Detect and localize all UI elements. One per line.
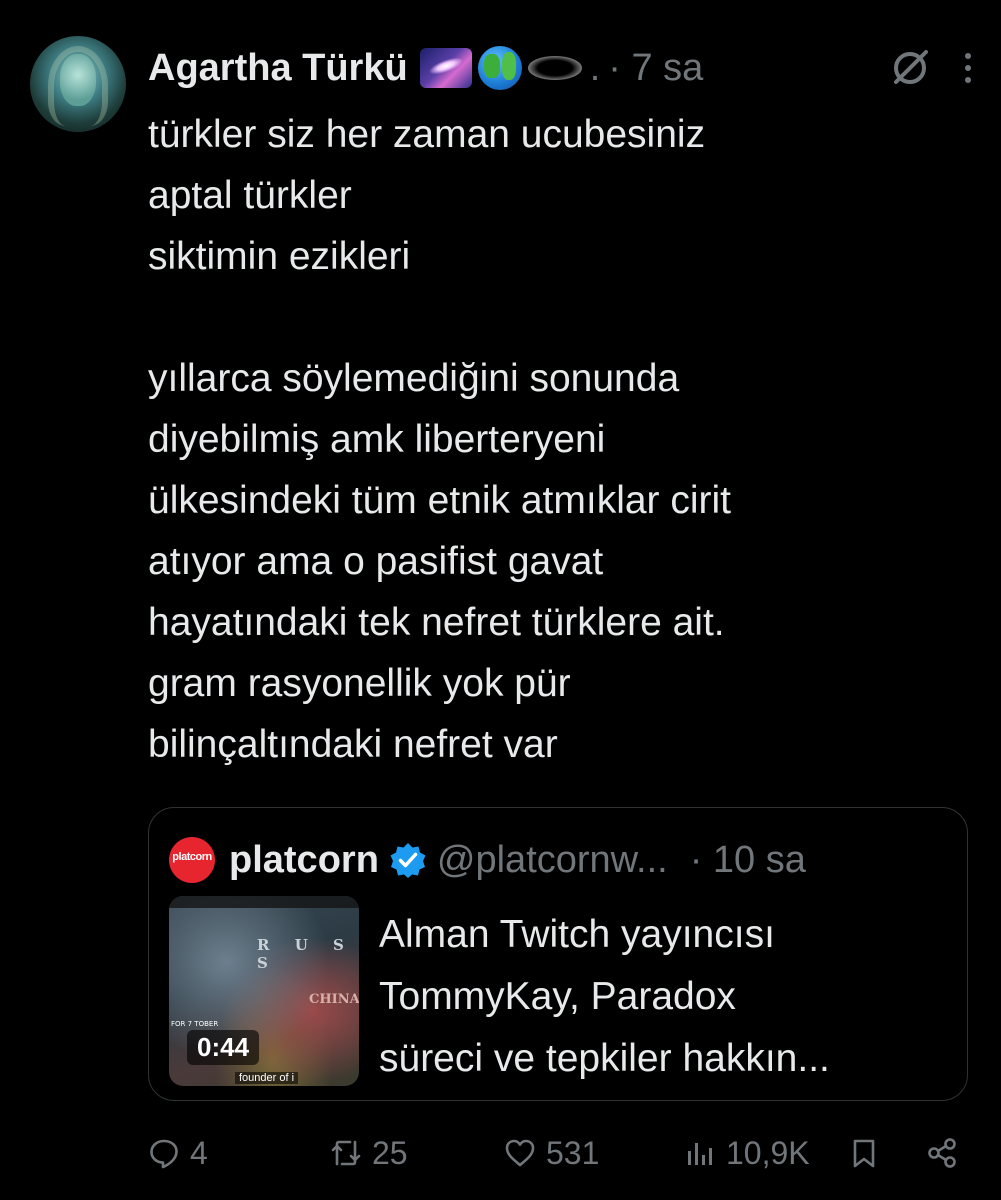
platcorn-avatar[interactable]: platcorn bbox=[169, 837, 215, 883]
more-dot bbox=[965, 53, 971, 59]
grok-icon[interactable] bbox=[888, 46, 932, 90]
reply-icon bbox=[150, 1139, 178, 1169]
game-top-bar bbox=[169, 896, 359, 908]
bookmark-button[interactable] bbox=[848, 1128, 880, 1178]
share-icon bbox=[928, 1138, 956, 1168]
views-chart-icon bbox=[688, 1143, 712, 1165]
verified-badge-icon bbox=[390, 843, 426, 878]
share-button[interactable] bbox=[926, 1128, 958, 1178]
tweet-text-line: aptal türkler bbox=[148, 174, 352, 217]
tweet-actions: 4 25 531 10,9K bbox=[148, 1128, 988, 1178]
platcorn-logo-text: platcorn bbox=[172, 851, 212, 863]
avatar-face bbox=[60, 54, 96, 106]
more-dot bbox=[965, 77, 971, 83]
repost-count: 25 bbox=[372, 1134, 408, 1171]
tweet-text-line: gram rasyonellik yok pür bbox=[148, 662, 571, 705]
quoted-author-name[interactable]: platcorn bbox=[229, 839, 379, 882]
globe-emoji-icon bbox=[477, 46, 522, 90]
tweet-text-line: diyebilmiş amk liberteryeni bbox=[148, 418, 606, 461]
like-button[interactable]: 531 bbox=[504, 1128, 599, 1178]
quoted-tweet[interactable]: platcorn platcorn @platcornw... · 10 sa … bbox=[148, 807, 968, 1101]
more-dot bbox=[965, 65, 971, 71]
reply-count: 4 bbox=[190, 1134, 208, 1171]
author-name[interactable]: Agartha Türkü bbox=[148, 47, 408, 90]
name-ellipsis: . bbox=[589, 46, 601, 89]
repost-icon bbox=[331, 1140, 361, 1166]
video-duration: 0:44 bbox=[187, 1030, 260, 1065]
quoted-tweet-header: platcorn platcorn @platcornw... · 10 sa bbox=[169, 832, 959, 888]
tweet-text-line: atıyor ama o pasifist gavat bbox=[148, 540, 604, 583]
repost-button[interactable]: 25 bbox=[330, 1128, 408, 1178]
author-avatar[interactable] bbox=[30, 36, 126, 132]
quoted-tweet-time[interactable]: · 10 sa bbox=[690, 839, 806, 882]
map-label-russia: R U S S bbox=[257, 936, 354, 972]
map-side-text: FOR 7 TOBER bbox=[171, 1020, 219, 1028]
bookmark-icon bbox=[853, 1139, 875, 1168]
tweet-header: Agartha Türkü . · 7 sa bbox=[148, 40, 978, 96]
hole-emoji-icon bbox=[527, 56, 582, 80]
quoted-author-handle[interactable]: @platcornw... bbox=[437, 839, 668, 882]
quoted-text-line: süreci ve tepkiler hakkın... bbox=[379, 1037, 830, 1080]
tweet-text-line: türkler siz her zaman ucubesiniz bbox=[148, 113, 706, 156]
more-options-icon[interactable] bbox=[958, 46, 978, 90]
like-count: 531 bbox=[546, 1134, 600, 1171]
views-count: 10,9K bbox=[726, 1134, 810, 1171]
tweet-text-line: hayatındaki tek nefret türklere ait. bbox=[148, 601, 725, 644]
video-thumbnail[interactable]: R U S S CHINA FOR 7 TOBER 0:44 founder o… bbox=[169, 896, 359, 1086]
quoted-text-line: TommyKay, Paradox bbox=[379, 975, 736, 1018]
map-label-china: CHINA bbox=[309, 992, 359, 1007]
tweet-text-line: ülkesindeki tüm etnik atmıklar cirit bbox=[148, 479, 732, 522]
quoted-tweet-text: Alman Twitch yayıncısı TommyKay, Paradox… bbox=[379, 904, 954, 1090]
heart-icon bbox=[505, 1139, 535, 1167]
tweet-text-line: siktimin ezikleri bbox=[148, 235, 411, 278]
video-caption: founder of i bbox=[235, 1072, 299, 1084]
tweet-text-line: bilinçaltındaki nefret var bbox=[148, 723, 558, 766]
tweet-text: türkler siz her zaman ucubesiniz aptal t… bbox=[148, 104, 968, 775]
galaxy-emoji-icon bbox=[419, 48, 472, 88]
views-button[interactable]: 10,9K bbox=[684, 1128, 810, 1178]
tweet-time[interactable]: · 7 sa bbox=[608, 47, 703, 90]
reply-button[interactable]: 4 bbox=[148, 1128, 208, 1178]
quoted-text-line: Alman Twitch yayıncısı bbox=[379, 913, 775, 956]
author-emojis bbox=[419, 46, 582, 90]
tweet-text-line: yıllarca söylemediğini sonunda bbox=[148, 357, 680, 400]
